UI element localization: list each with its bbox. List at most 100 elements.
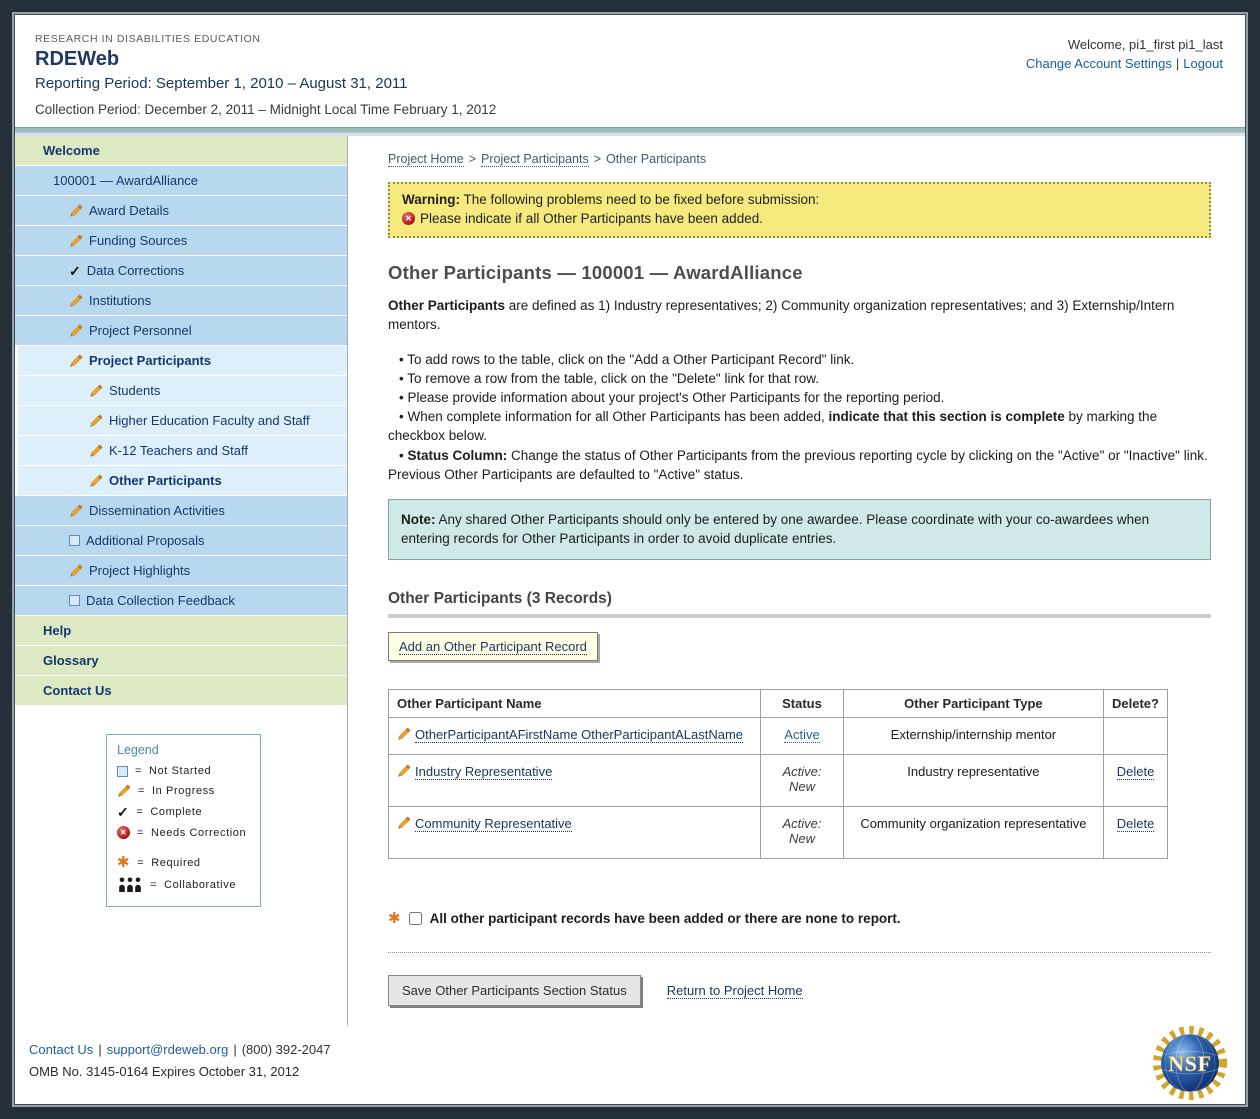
nsf-logo: NSF: [1151, 1024, 1229, 1102]
table-row: OtherParticipantAFirstName OtherParticip…: [389, 718, 1168, 755]
brand-block: RESEARCH IN DISABILITIES EDUCATION RDEWe…: [35, 33, 496, 117]
page-title: Other Participants — 100001 — AwardAllia…: [388, 262, 1211, 284]
page-header: RESEARCH IN DISABILITIES EDUCATION RDEWe…: [15, 15, 1245, 127]
sidebar-item-welcome[interactable]: Welcome: [15, 136, 347, 166]
delete-link[interactable]: Delete: [1117, 764, 1155, 780]
warning-error-text: Please indicate if all Other Participant…: [420, 211, 763, 226]
participant-name-link[interactable]: Community Representative: [415, 816, 572, 832]
sidebar-item-label: Dissemination Activities: [89, 503, 225, 518]
pencil-icon: [89, 414, 103, 428]
sidebar-item-award[interactable]: 100001 — AwardAlliance: [15, 166, 347, 196]
sidebar-item-label: Glossary: [43, 653, 99, 668]
participant-name-cell: Industry Representative: [389, 755, 761, 807]
return-home-link[interactable]: Return to Project Home: [667, 983, 803, 999]
welcome-text: Welcome, pi1_first pi1_last: [1026, 37, 1223, 52]
add-record-button[interactable]: Add an Other Participant Record: [388, 632, 598, 661]
status-link[interactable]: Active: [784, 727, 819, 743]
section-complete-checkbox[interactable]: [409, 912, 422, 925]
checkbox-icon: [69, 595, 80, 606]
instruction-item: When complete information for all Other …: [388, 407, 1211, 445]
user-block: Welcome, pi1_first pi1_last Change Accou…: [1026, 33, 1223, 117]
participant-name-cell: OtherParticipantAFirstName OtherParticip…: [389, 718, 761, 755]
sidebar-item-students[interactable]: Students: [15, 376, 347, 406]
column-header-delete: Delete?: [1104, 690, 1168, 718]
sidebar-item-label: Project Highlights: [89, 563, 190, 578]
warning-box: Warning: The following problems need to …: [388, 182, 1211, 238]
sidebar-item-label: Higher Education Faculty and Staff: [109, 413, 310, 428]
instruction-item: To add rows to the table, click on the "…: [388, 350, 1211, 369]
sidebar-item-help[interactable]: Help: [15, 616, 347, 646]
footer-contact-link[interactable]: Contact Us: [29, 1042, 93, 1057]
warning-label: Warning:: [402, 192, 460, 207]
collection-period: Collection Period: December 2, 2011 – Mi…: [35, 102, 496, 117]
sidebar-item-project-highlights[interactable]: Project Highlights: [15, 556, 347, 586]
app-window: RESEARCH IN DISABILITIES EDUCATION RDEWe…: [0, 0, 1260, 1119]
legend-label: In Progress: [152, 785, 215, 797]
participants-table: Other Participant Name Status Other Part…: [388, 689, 1168, 859]
type-cell: Externship/internship mentor: [843, 718, 1103, 755]
footer-email-link[interactable]: support@rdeweb.org: [107, 1042, 229, 1057]
logout-link[interactable]: Logout: [1183, 56, 1223, 71]
pencil-icon: [69, 324, 83, 338]
change-account-settings-link[interactable]: Change Account Settings: [1026, 56, 1172, 71]
column-header-status: Status: [761, 690, 844, 718]
status-text: Active: New: [776, 764, 828, 794]
pencil-icon: [89, 474, 103, 488]
sidebar-item-other-participants[interactable]: Other Participants: [15, 466, 347, 496]
omb-text: OMB No. 3145-0164 Expires October 31, 20…: [29, 1064, 1229, 1079]
error-icon: ✕: [402, 212, 415, 225]
sidebar-item-institutions[interactable]: Institutions: [15, 286, 347, 316]
pencil-icon: [397, 764, 411, 778]
warning-error-line: ✕ Please indicate if all Other Participan…: [402, 211, 1197, 226]
pencil-icon: [397, 816, 411, 830]
legend-item: =Not Started: [117, 765, 250, 777]
sidebar-item-label: Project Personnel: [89, 323, 192, 338]
sidebar-item-award-details[interactable]: Award Details: [15, 196, 347, 226]
sidebar-item-funding-sources[interactable]: Funding Sources: [15, 226, 347, 256]
participant-name-link[interactable]: OtherParticipantAFirstName OtherParticip…: [415, 727, 743, 743]
records-heading: Other Participants (3 Records): [388, 590, 1211, 608]
section-complete-row: ✱ All other participant records have bee…: [388, 911, 1211, 926]
type-cell: Community organization representative: [843, 807, 1103, 859]
table-header-row: Other Participant Name Status Other Part…: [389, 690, 1168, 718]
breadcrumb-link-project-participants[interactable]: Project Participants: [481, 152, 589, 167]
check-icon: ✓: [117, 805, 129, 819]
participant-name-link[interactable]: Industry Representative: [415, 764, 552, 780]
sidebar-item-glossary[interactable]: Glossary: [15, 646, 347, 676]
sidebar-item-label: Funding Sources: [89, 233, 187, 248]
save-section-button[interactable]: Save Other Participants Section Status: [388, 975, 641, 1006]
breadcrumb-link-project-home[interactable]: Project Home: [388, 152, 464, 167]
sidebar-item-label: Additional Proposals: [86, 533, 205, 548]
sidebar-item-dissemination[interactable]: Dissemination Activities: [15, 496, 347, 526]
sidebar-item-project-personnel[interactable]: Project Personnel: [15, 316, 347, 346]
error-icon: ✕: [117, 826, 130, 839]
section-divider: [388, 952, 1211, 953]
footer-contact-line: Contact Us|support@rdeweb.org|(800) 392-…: [29, 1042, 1229, 1057]
sidebar-item-additional-proposals[interactable]: Additional Proposals: [15, 526, 347, 556]
status-cell: Active: New: [761, 807, 844, 859]
sidebar-item-label: Award Details: [89, 203, 169, 218]
legend-label: Required: [151, 857, 200, 869]
sidebar-item-data-collection-feedback[interactable]: Data Collection Feedback: [15, 586, 347, 616]
status-cell: Active: New: [761, 755, 844, 807]
link-divider: |: [1176, 56, 1179, 71]
page-footer: Contact Us|support@rdeweb.org|(800) 392-…: [15, 1026, 1245, 1104]
legend-label: Collaborative: [164, 879, 236, 891]
legend-item: ✓=Complete: [117, 805, 250, 819]
definition-paragraph: Other Participants are defined as 1) Ind…: [388, 297, 1211, 335]
header-divider-bar: [15, 127, 1245, 136]
note-label: Note:: [401, 512, 436, 527]
delete-link[interactable]: Delete: [1117, 816, 1155, 832]
sidebar-item-data-corrections[interactable]: ✓Data Corrections: [15, 256, 347, 286]
people-icon: [117, 877, 143, 892]
sidebar-item-higher-ed-faculty[interactable]: Higher Education Faculty and Staff: [15, 406, 347, 436]
add-record-link[interactable]: Add an Other Participant Record: [399, 639, 587, 655]
sidebar-item-project-participants[interactable]: Project Participants: [15, 346, 347, 376]
pencil-icon: [69, 204, 83, 218]
legend-title: Legend: [117, 743, 250, 757]
nsf-logo-text: NSF: [1168, 1052, 1212, 1076]
legend-label: Not Started: [149, 765, 211, 777]
sidebar-item-k12-teachers[interactable]: K-12 Teachers and Staff: [15, 436, 347, 466]
pencil-icon: [117, 784, 131, 798]
sidebar-item-contact-us[interactable]: Contact Us: [15, 676, 347, 706]
